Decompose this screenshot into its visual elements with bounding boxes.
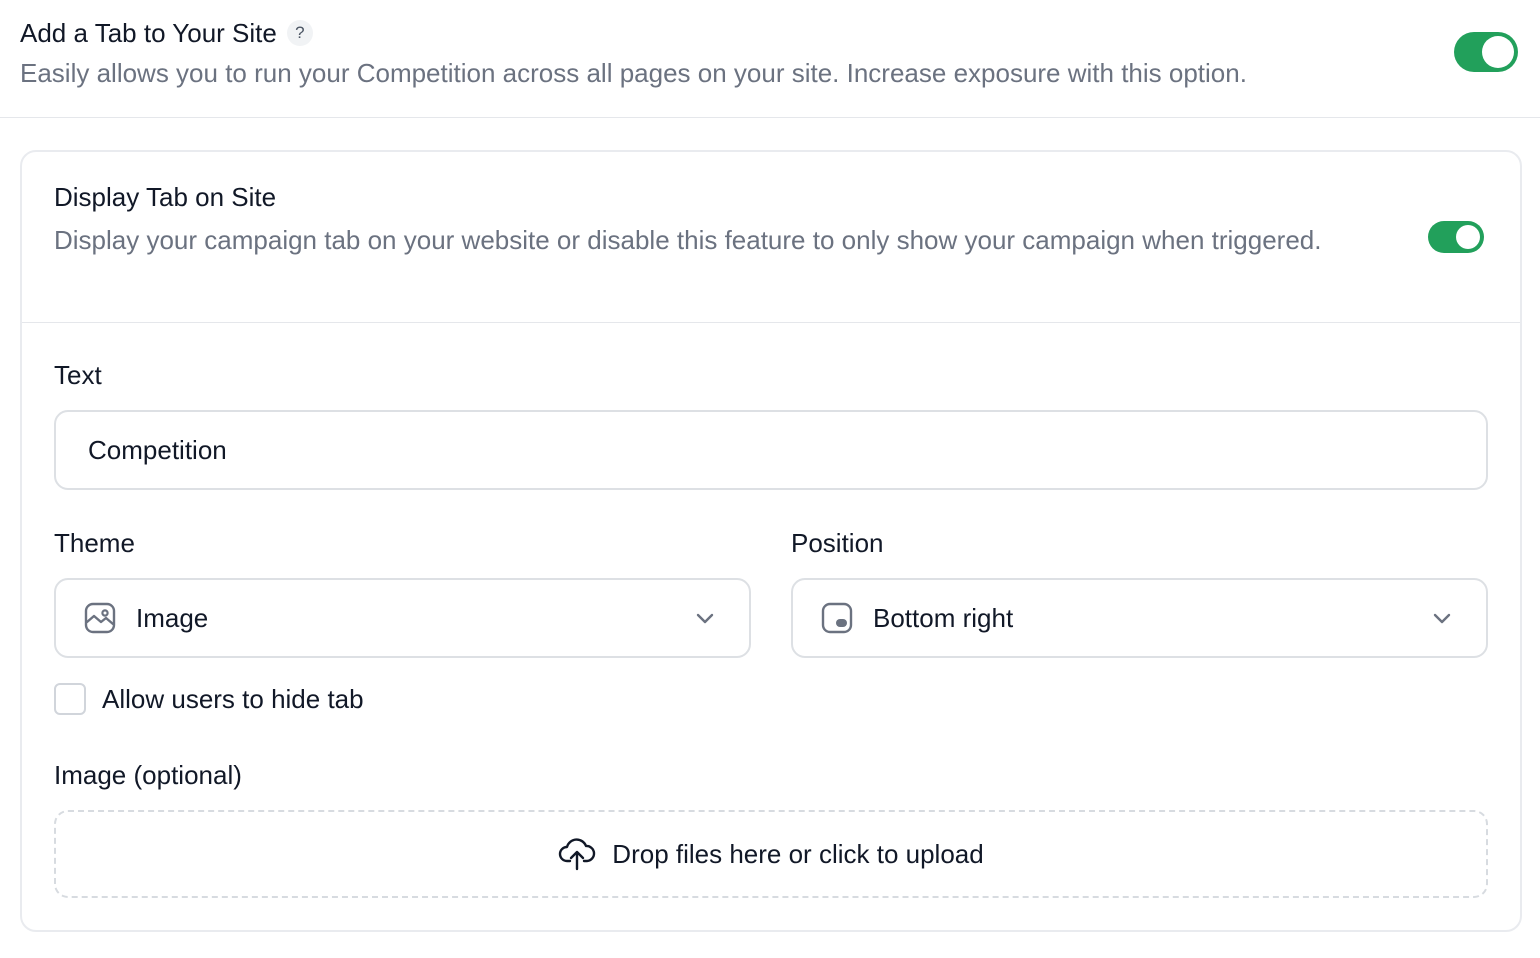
add-tab-description: Easily allows you to run your Competitio… bbox=[20, 58, 1247, 88]
position-select-value: Bottom right bbox=[873, 603, 1014, 633]
hide-tab-label[interactable]: Allow users to hide tab bbox=[102, 682, 364, 716]
toggle-knob bbox=[1482, 36, 1514, 68]
upload-text: Drop files here or click to upload bbox=[612, 839, 984, 869]
theme-label: Theme bbox=[54, 528, 135, 558]
image-icon bbox=[84, 602, 116, 634]
theme-select-value: Image bbox=[136, 603, 209, 633]
position-label: Position bbox=[791, 528, 884, 558]
add-tab-section: Add a Tab to Your Site ? Easily allows y… bbox=[0, 0, 1540, 118]
position-bottom-right-icon bbox=[821, 602, 853, 634]
add-tab-toggle[interactable] bbox=[1454, 32, 1518, 72]
image-label: Image (optional) bbox=[54, 760, 242, 790]
theme-select[interactable]: Image bbox=[54, 578, 751, 658]
display-tab-title: Display Tab on Site bbox=[54, 182, 277, 212]
display-tab-header: Display Tab on Site Display your campaig… bbox=[22, 152, 1520, 323]
image-upload-dropzone[interactable]: Drop files here or click to upload bbox=[54, 810, 1488, 898]
tab-text-input[interactable] bbox=[54, 410, 1488, 490]
hide-tab-checkbox[interactable] bbox=[54, 683, 86, 715]
display-tab-toggle[interactable] bbox=[1428, 221, 1484, 253]
help-icon[interactable]: ? bbox=[286, 20, 313, 46]
text-label: Text bbox=[54, 360, 102, 390]
cloud-upload-icon bbox=[559, 838, 596, 871]
add-tab-title-text: Add a Tab to Your Site bbox=[20, 18, 277, 48]
chevron-down-icon bbox=[1433, 613, 1451, 624]
position-select[interactable]: Bottom right bbox=[791, 578, 1488, 658]
add-tab-title: Add a Tab to Your Site ? bbox=[20, 16, 313, 50]
display-tab-description: Display your campaign tab on your websit… bbox=[54, 225, 1322, 255]
chevron-down-icon bbox=[696, 613, 714, 624]
toggle-knob bbox=[1456, 225, 1480, 249]
